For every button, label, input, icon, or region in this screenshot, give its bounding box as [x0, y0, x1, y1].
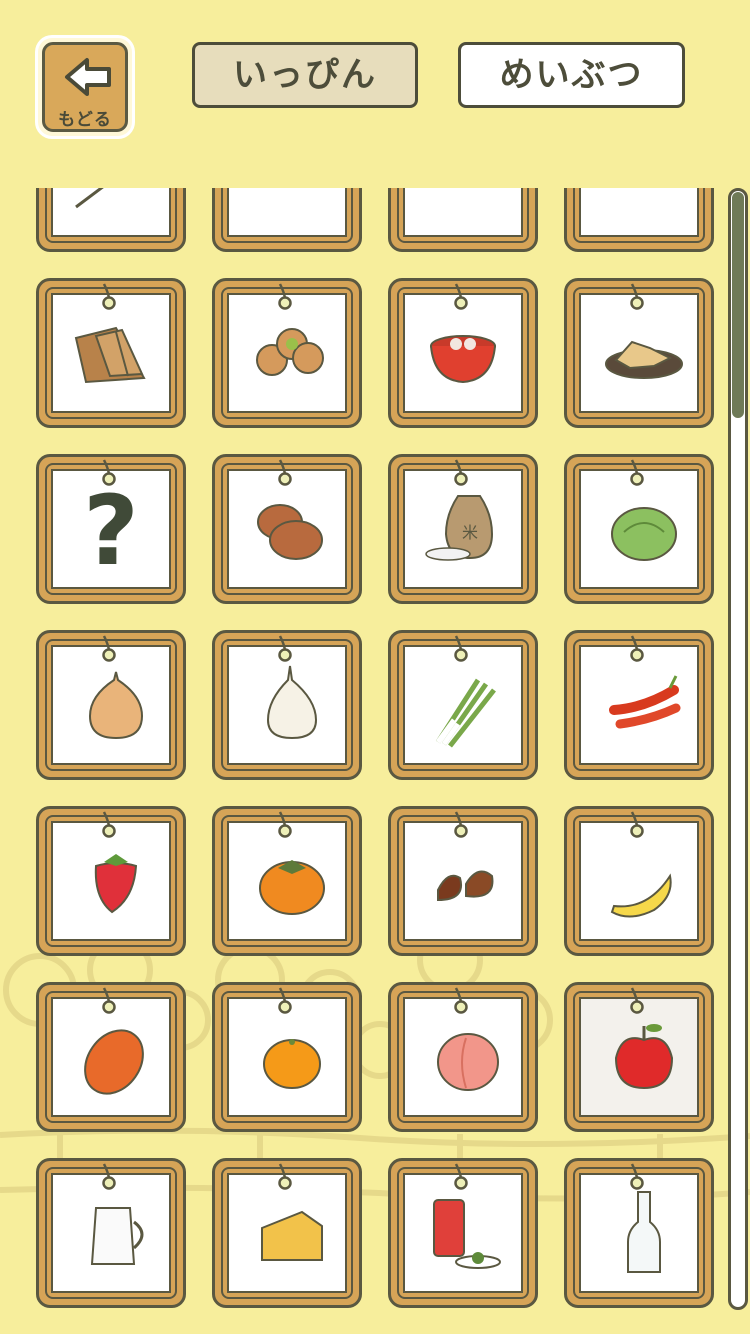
- chili-pepper-icon: [609, 675, 681, 729]
- item-card[interactable]: [388, 188, 538, 252]
- apple-icon: [614, 1024, 674, 1090]
- item-card[interactable]: [212, 982, 362, 1132]
- item-card[interactable]: [564, 630, 714, 780]
- arrow-left-icon: [65, 58, 111, 96]
- garlic-icon: [266, 665, 318, 740]
- item-card[interactable]: [388, 630, 538, 780]
- item-card[interactable]: [212, 188, 362, 252]
- partial-dango-icon: [75, 188, 104, 209]
- item-card[interactable]: [564, 278, 714, 428]
- onion-icon: [88, 671, 144, 740]
- bread-rolls-icon: [257, 504, 323, 560]
- strawberry-icon: [94, 854, 138, 914]
- item-card[interactable]: [564, 188, 714, 252]
- item-card[interactable]: 米: [388, 454, 538, 604]
- manju-icon: [256, 328, 324, 376]
- item-card[interactable]: [36, 806, 186, 956]
- banana-icon: [610, 873, 672, 918]
- item-grid: ? 米: [0, 188, 728, 1334]
- item-card[interactable]: [36, 188, 186, 252]
- item-card[interactable]: [212, 630, 362, 780]
- unknown-question-icon: ?: [83, 475, 139, 584]
- item-card[interactable]: [564, 1158, 714, 1308]
- svg-text:?: ?: [83, 475, 139, 584]
- item-card[interactable]: [36, 630, 186, 780]
- glass-bottle-icon: [627, 1191, 661, 1273]
- item-card[interactable]: ?: [36, 454, 186, 604]
- partial-bread-icon: [232, 188, 342, 232]
- item-card[interactable]: [388, 278, 538, 428]
- cabbage-icon: [611, 507, 677, 561]
- cheese-icon: [261, 1210, 323, 1261]
- item-card[interactable]: [212, 806, 362, 956]
- peach-icon: [437, 1033, 499, 1091]
- item-card[interactable]: [36, 1158, 186, 1308]
- item-card[interactable]: [388, 806, 538, 956]
- item-card[interactable]: [212, 454, 362, 604]
- tea-can-icon: [433, 1199, 501, 1269]
- item-card[interactable]: [564, 982, 714, 1132]
- item-card[interactable]: [212, 1158, 362, 1308]
- shiratama-bowl-icon: [430, 335, 496, 384]
- top-bar: もどる いっぴん めいぶつ: [0, 0, 750, 180]
- svg-text:米: 米: [462, 523, 478, 542]
- back-button[interactable]: もどる: [38, 38, 132, 136]
- milk-jug-icon: [90, 1207, 144, 1265]
- scrollbar-thumb[interactable]: [732, 192, 744, 418]
- item-card[interactable]: [388, 982, 538, 1132]
- partial-flower-sweets-icon: [584, 188, 694, 232]
- back-button-wood: もどる: [42, 42, 128, 132]
- tab-ippin[interactable]: いっぴん: [192, 42, 418, 108]
- item-card[interactable]: [388, 1158, 538, 1308]
- item-card[interactable]: [564, 454, 714, 604]
- karinto-plate-icon: [605, 340, 683, 379]
- item-card[interactable]: [212, 278, 362, 428]
- green-onion-icon: [435, 678, 496, 748]
- partial-tofu-icon: [408, 188, 518, 232]
- back-label: もどる: [58, 110, 112, 130]
- chestnut-icon: [437, 870, 494, 902]
- scrollbar[interactable]: [728, 188, 748, 1310]
- item-card[interactable]: [564, 806, 714, 956]
- rice-bag-icon: 米: [425, 495, 494, 561]
- tab-meibutsu[interactable]: めいぶつ: [458, 42, 685, 108]
- senbei-pack-icon: [74, 326, 146, 384]
- persimmon-icon: [259, 860, 325, 915]
- mango-icon: [84, 1029, 144, 1095]
- item-card[interactable]: [36, 982, 186, 1132]
- item-card[interactable]: [36, 278, 186, 428]
- mikan-icon: [263, 1039, 321, 1089]
